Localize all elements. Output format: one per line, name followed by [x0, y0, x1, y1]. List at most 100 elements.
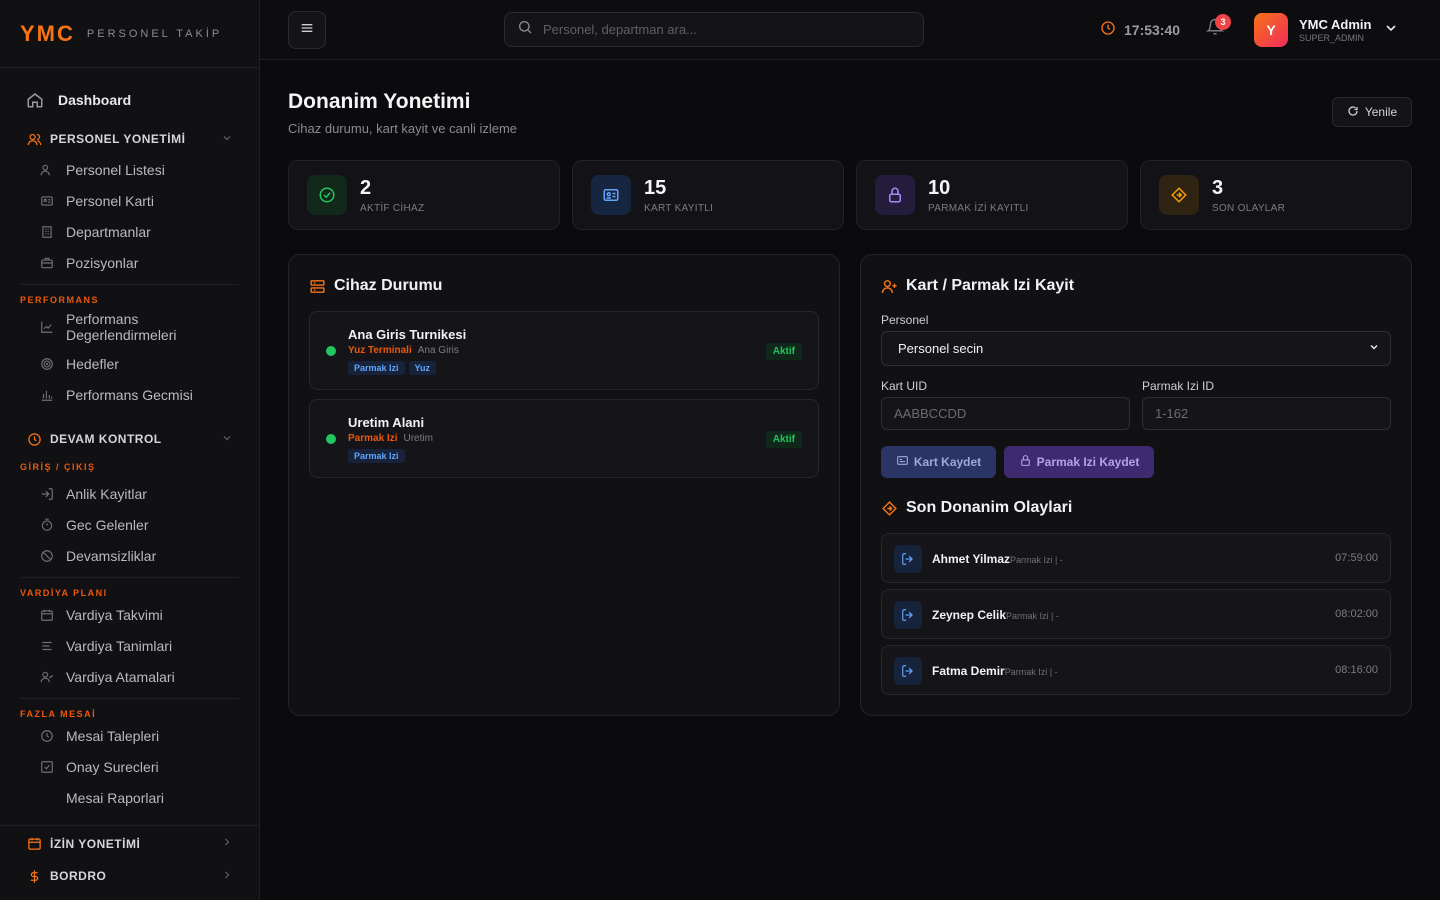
user-name: YMC Admin: [1299, 17, 1372, 32]
home-icon: [26, 91, 44, 109]
lock-icon: [875, 175, 915, 215]
avatar: Y: [1254, 13, 1288, 47]
refresh-label: Yenile: [1364, 105, 1398, 119]
sidebar-group-label: BORDRO: [50, 869, 107, 883]
parmak-izi-input[interactable]: [1142, 397, 1391, 430]
sidebar-group-izin[interactable]: İZİN YONETİMİ: [0, 825, 259, 859]
sidebar-item-label: Mesai Talepleri: [66, 727, 160, 744]
device-item[interactable]: Ana Giris Turnikesi Yuz Terminali Ana Gir…: [309, 311, 819, 390]
sidebar-item-anlik-kayitlar[interactable]: Anlik Kayitlar: [0, 478, 259, 509]
event-item[interactable]: Fatma DemirParmak Izi | - 08:16:00: [881, 645, 1391, 695]
sidebar-item-devamsizliklar[interactable]: Devamsizliklar: [0, 540, 259, 571]
stat-card-kart-kayitli: 15 KART KAYITLI: [572, 160, 844, 230]
id-card-icon: [896, 454, 909, 470]
stat-value: 3: [1212, 176, 1224, 199]
tag: Yuz: [408, 361, 437, 375]
status-dot: [326, 434, 336, 444]
personel-select-value: Personel secin: [898, 341, 984, 356]
tag: Parmak Izi: [348, 449, 405, 463]
sidebar-item-personel-listesi[interactable]: Personel Listesi: [0, 154, 259, 185]
sidebar-item-label: Anlik Kayitlar: [66, 485, 147, 502]
section-label-giris: GİRİŞ / ÇIKIŞ: [20, 462, 96, 472]
event-time: 07:59:00: [1335, 552, 1378, 564]
menu-toggle-button[interactable]: [288, 11, 326, 49]
sidebar-item-performans-degerlendirmeleri[interactable]: Performans Degerlendirmeleri: [0, 306, 259, 348]
hamburger-icon: [299, 20, 315, 41]
sidebar-group-personel[interactable]: PERSONEL YONETİMİ: [0, 124, 259, 154]
page-title: Donanim Yonetimi: [288, 90, 471, 113]
device-tags: Parmak Izi: [348, 449, 405, 463]
event-name: Zeynep CelikParmak Izi | -: [932, 608, 1059, 622]
login-icon: [894, 545, 922, 573]
checkbox-icon: [40, 760, 54, 774]
device-item[interactable]: Uretim Alani Parmak Izi Uretim Parmak Izi…: [309, 399, 819, 478]
event-time: 08:02:00: [1335, 608, 1378, 620]
notifications-button[interactable]: 3: [1205, 14, 1231, 41]
search-icon: [517, 19, 533, 40]
sidebar-item-pozisyonlar[interactable]: Pozisyonlar: [0, 247, 259, 278]
sidebar-item-label: Performans Gecmisi: [66, 386, 193, 403]
clock-time: 17:53:40: [1124, 21, 1181, 38]
sidebar-item-mesai-talepleri[interactable]: Mesai Talepleri: [0, 720, 259, 751]
kart-uid-label: Kart UID: [881, 379, 928, 393]
stat-value: 15: [644, 176, 667, 199]
device-status-card: Cihaz Durumu Ana Giris Turnikesi Yuz Ter…: [288, 254, 840, 716]
stat-label: PARMAK İZİ KAYITLI: [928, 202, 1029, 214]
device-list: Ana Giris Turnikesi Yuz Terminali Ana Gir…: [289, 311, 839, 487]
search-input[interactable]: [543, 22, 903, 37]
sidebar-item-vardiya-atamalari[interactable]: Vardiya Atamalari: [0, 661, 259, 692]
personel-select[interactable]: Personel secin: [881, 331, 1391, 366]
user-plus-icon: [881, 278, 898, 295]
stat-label: KART KAYITLI: [644, 202, 714, 214]
sidebar-item-performans-gecmisi[interactable]: Performans Gecmisi: [0, 379, 259, 410]
user-menu[interactable]: Y YMC Admin SUPER_ADMIN: [1254, 13, 1399, 47]
sidebar-item-mesai-raporlari[interactable]: Mesai Raporlari: [0, 782, 259, 813]
sidebar-item-gec-gelenler[interactable]: Gec Gelenler: [0, 509, 259, 540]
status-badge: Aktif: [765, 431, 802, 448]
brand-logo: YMC: [20, 20, 75, 46]
stat-value: 2: [360, 176, 372, 199]
device-name: Ana Giris Turnikesi: [348, 327, 467, 342]
card-title-text: Kart / Parmak Izi Kayit: [906, 277, 1075, 294]
sidebar-item-dashboard[interactable]: Dashboard: [0, 84, 259, 116]
device-location: Ana Giris: [417, 345, 459, 356]
clock-icon: [40, 729, 54, 743]
sidebar-item-onay-surecleri[interactable]: Onay Surecleri: [0, 751, 259, 782]
sidebar-item-vardiya-takvimi[interactable]: Vardiya Takvimi: [0, 599, 259, 630]
diamond-icon: [881, 500, 898, 517]
kart-kaydet-button[interactable]: Kart Kaydet: [881, 446, 996, 478]
refresh-button[interactable]: Yenile: [1332, 97, 1412, 127]
parmak-izi-kaydet-button[interactable]: Parmak Izi Kaydet: [1004, 446, 1154, 478]
sidebar-item-label: Personel Listesi: [66, 161, 165, 178]
sidebar-item-label: Mesai Raporlari: [66, 789, 165, 806]
sidebar-item-vardiya-tanimlari[interactable]: Vardiya Tanimlari: [0, 630, 259, 661]
diamond-icon: [1159, 175, 1199, 215]
top-bar: 17:53:40 3 Y YMC Admin SUPER_ADMIN: [260, 0, 1440, 60]
sidebar-item-label: Vardiya Takvimi: [66, 606, 163, 623]
clock-icon: [1100, 20, 1116, 39]
sidebar-group-bordro[interactable]: BORDRO: [0, 861, 259, 891]
sidebar-item-departmanlar[interactable]: Departmanlar: [0, 216, 259, 247]
event-meta: Parmak Izi | -: [1010, 555, 1063, 565]
card-title: Kart / Parmak Izi Kayit: [881, 277, 1074, 295]
sidebar-item-hedefler[interactable]: Hedefler: [0, 348, 259, 379]
user-role: SUPER_ADMIN: [1299, 33, 1365, 43]
event-item[interactable]: Ahmet YilmazParmak Izi | - 07:59:00: [881, 533, 1391, 583]
search-box[interactable]: [504, 12, 924, 47]
status-badge: Aktif: [765, 343, 802, 360]
sidebar-group-devam[interactable]: DEVAM KONTROL: [0, 424, 259, 454]
refresh-icon: [1347, 105, 1359, 120]
kart-uid-input[interactable]: [881, 397, 1130, 430]
sidebar-item-label: Departmanlar: [66, 223, 151, 240]
device-location: Uretim: [403, 433, 433, 444]
event-item[interactable]: Zeynep CelikParmak Izi | - 08:02:00: [881, 589, 1391, 639]
brand[interactable]: YMC PERSONEL TAKİP: [0, 0, 259, 68]
card-title-text: Cihaz Durumu: [334, 277, 443, 294]
chart-line-icon: [40, 320, 54, 334]
device-type: Yuz Terminali: [348, 345, 412, 356]
chevron-down-icon: [1368, 341, 1380, 356]
chevron-down-icon: [221, 132, 233, 147]
event-person: Ahmet Yilmaz: [932, 552, 1011, 566]
ban-icon: [40, 549, 54, 563]
sidebar-item-personel-karti[interactable]: Personel Karti: [0, 185, 259, 216]
